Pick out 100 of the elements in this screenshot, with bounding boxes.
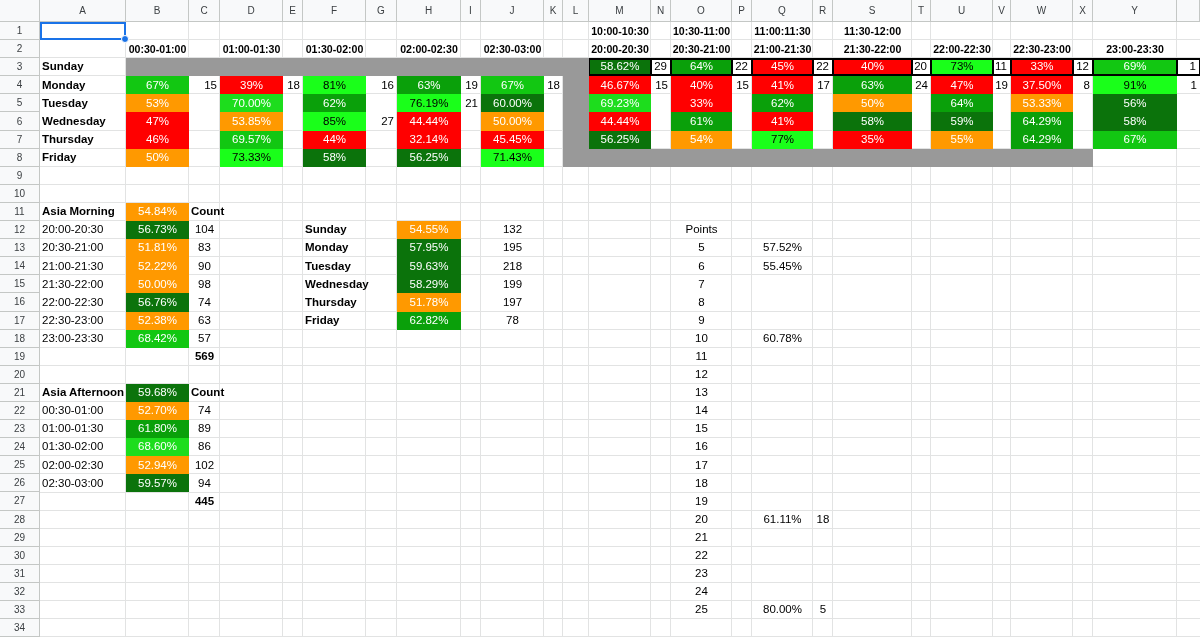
value-text: 57 — [197, 330, 212, 346]
count-text: 19 — [464, 77, 479, 93]
column-header[interactable]: Y — [1093, 0, 1177, 22]
row-header[interactable]: 16 — [0, 293, 40, 312]
row-header[interactable]: 26 — [0, 474, 40, 493]
row-header[interactable]: 25 — [0, 456, 40, 475]
percent-cell: 37.50% — [1011, 76, 1073, 95]
count-text: 24 — [914, 77, 929, 93]
value-text: 5 — [818, 602, 828, 618]
cell-selection[interactable] — [40, 22, 126, 41]
row-header[interactable]: 4 — [0, 76, 40, 95]
label-text: Count — [190, 204, 226, 220]
row-header[interactable]: 5 — [0, 94, 40, 113]
value-text: 15 — [694, 421, 709, 437]
time-range-header: 20:00-20:30 — [590, 41, 650, 57]
total-text: 445 — [193, 493, 216, 509]
count-text: 8 — [1082, 77, 1091, 93]
value-text: 83 — [197, 240, 212, 256]
percent-cell: 73% — [931, 58, 993, 77]
column-header[interactable]: P — [732, 0, 752, 22]
column-header[interactable]: M — [589, 0, 651, 22]
value-text: 22 — [694, 548, 709, 563]
percent-cell: 41% — [752, 76, 813, 95]
percent-cell: 58% — [833, 112, 912, 131]
percent-cell: 50.00% — [126, 275, 189, 294]
row-header[interactable]: 24 — [0, 438, 40, 457]
time-range-header: 21:30-22:00 — [842, 41, 903, 57]
row-header[interactable]: 3 — [0, 58, 40, 77]
time-range-text: 21:00-21:30 — [41, 258, 105, 274]
percent-cell: 58% — [1093, 112, 1177, 131]
time-range-header: 20:30-21:00 — [671, 41, 732, 57]
column-header[interactable]: L — [563, 0, 589, 22]
value-text: 13 — [694, 385, 709, 401]
percent-cell: 91% — [1093, 76, 1177, 95]
time-range-header: 10:00-10:30 — [590, 23, 650, 39]
column-header[interactable]: S — [833, 0, 912, 22]
row-header[interactable]: 1 — [0, 22, 40, 41]
column-header[interactable]: C — [189, 0, 220, 22]
value-text: 23 — [694, 566, 709, 582]
time-range-text: 23:00-23:30 — [41, 330, 105, 346]
column-header[interactable]: D — [220, 0, 283, 22]
value-text: 199 — [501, 276, 524, 292]
fill-handle-icon[interactable] — [121, 35, 129, 44]
percent-cell: 44.44% — [397, 112, 461, 131]
percent-cell: 40% — [671, 76, 732, 95]
row-header[interactable]: 15 — [0, 275, 40, 294]
time-range-header: 01:30-02:00 — [304, 41, 365, 57]
value-text: 5 — [697, 240, 706, 256]
column-header[interactable]: F — [303, 0, 366, 22]
column-header[interactable]: N — [651, 0, 671, 22]
column-header[interactable]: O — [671, 0, 732, 22]
row-header[interactable]: 23 — [0, 420, 40, 439]
column-header[interactable]: V — [993, 0, 1011, 22]
column-header[interactable]: W — [1011, 0, 1073, 22]
column-header[interactable]: Q — [752, 0, 813, 22]
row-header[interactable]: 13 — [0, 239, 40, 258]
column-header[interactable]: G — [366, 0, 397, 22]
percent-cell: 46.67% — [589, 76, 651, 95]
time-range-text: 01:00-01:30 — [41, 421, 105, 437]
percent-cell: 56.76% — [126, 293, 189, 312]
row-header[interactable]: 34 — [0, 619, 40, 638]
column-header[interactable]: R — [813, 0, 833, 22]
count-cell: 12 — [1073, 58, 1093, 77]
column-header[interactable]: I — [461, 0, 481, 22]
row-header[interactable]: 14 — [0, 257, 40, 276]
percent-cell: 45% — [752, 58, 813, 77]
value-text: 89 — [197, 421, 212, 437]
value-text: 8 — [697, 294, 706, 310]
row-header[interactable]: 12 — [0, 221, 40, 240]
label-text: Asia Afternoon — [41, 385, 125, 401]
label-text: Asia Morning — [41, 204, 116, 220]
column-header[interactable]: E — [283, 0, 303, 22]
row-header[interactable]: 33 — [0, 601, 40, 620]
column-header[interactable]: U — [931, 0, 993, 22]
column-header[interactable]: T — [912, 0, 931, 22]
time-range-header: 11:30-12:00 — [842, 23, 903, 39]
column-header[interactable]: H — [397, 0, 461, 22]
row-header[interactable]: 27 — [0, 492, 40, 511]
column-header[interactable]: J — [481, 0, 544, 22]
column-header[interactable]: K — [544, 0, 563, 22]
column-header[interactable]: X — [1073, 0, 1093, 22]
row-header[interactable]: 6 — [0, 112, 40, 131]
percent-cell: 67% — [481, 76, 544, 95]
value-text: 7 — [697, 276, 706, 292]
column-header[interactable]: B — [126, 0, 189, 22]
percent-cell: 58.62% — [589, 58, 651, 77]
percent-cell: 54.55% — [397, 221, 461, 240]
row-header[interactable]: 2 — [0, 40, 40, 59]
value-text: Points — [684, 222, 719, 238]
value-text: 74 — [197, 294, 212, 310]
value-text: 6 — [697, 258, 706, 274]
percent-cell: 58.29% — [397, 275, 461, 294]
label-text: Monday — [304, 240, 350, 256]
percent-cell: 85% — [303, 112, 366, 131]
value-text: 195 — [501, 240, 524, 256]
percent-cell: 63% — [833, 76, 912, 95]
column-header[interactable]: A — [40, 0, 126, 22]
value-text: 19 — [694, 493, 709, 509]
time-range-text: 02:30-03:00 — [41, 475, 105, 491]
count-text: 15 — [735, 77, 750, 93]
